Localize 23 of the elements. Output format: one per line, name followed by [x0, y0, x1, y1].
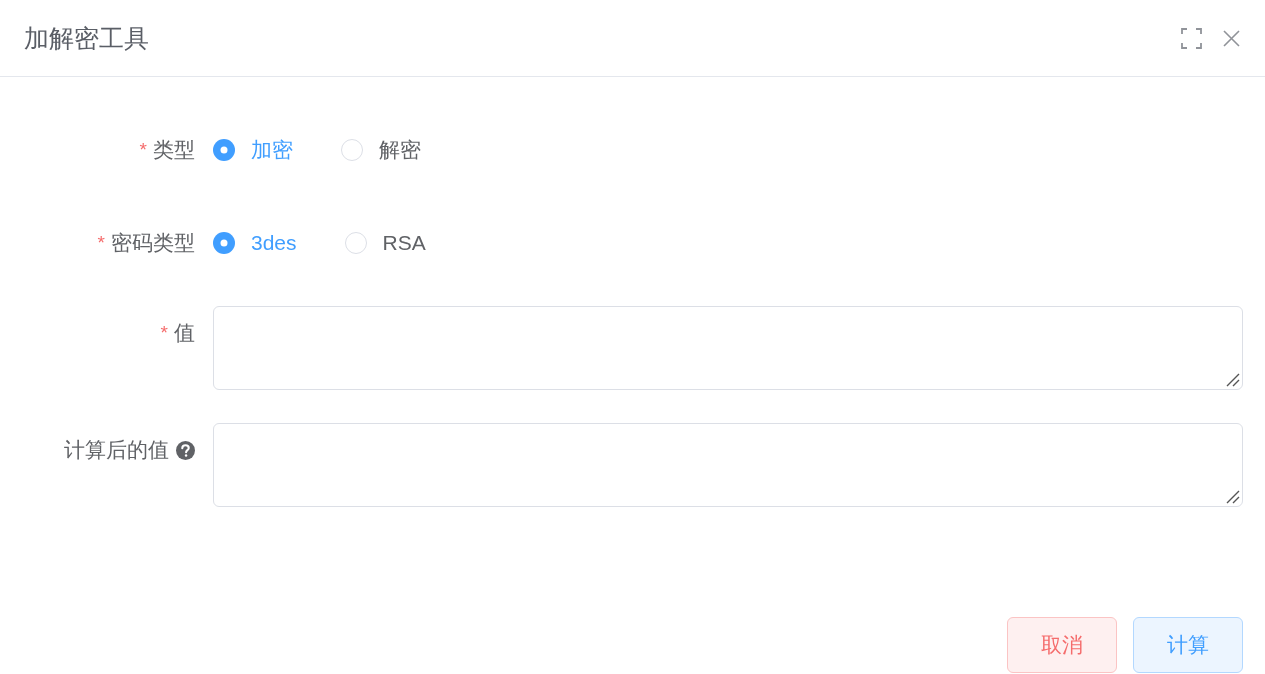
field-label: 计算后的值	[64, 437, 169, 463]
radio-option[interactable]: 加密	[213, 136, 293, 164]
calculate-button[interactable]: 计算	[1133, 617, 1243, 673]
radio-option[interactable]: RSA	[344, 231, 426, 255]
radio-icon[interactable]	[213, 232, 235, 254]
required-asterisk: *	[160, 322, 168, 344]
cancel-button[interactable]: 取消	[1007, 617, 1117, 673]
radio-option[interactable]: 解密	[341, 136, 421, 164]
fullscreen-icon[interactable]	[1181, 27, 1202, 49]
required-asterisk: *	[97, 232, 105, 254]
close-icon[interactable]	[1223, 29, 1240, 47]
required-asterisk: *	[139, 139, 147, 161]
radio-icon[interactable]	[344, 232, 367, 254]
field-label: 密码类型	[111, 230, 195, 256]
radio-icon[interactable]	[213, 139, 235, 161]
dialog-title: 加解密工具	[24, 23, 149, 53]
field-label: 值	[174, 320, 195, 346]
field-label: 类型	[153, 137, 195, 163]
resize-grip-icon[interactable]	[1226, 490, 1240, 504]
radio-option[interactable]: 3des	[213, 231, 297, 255]
resize-grip-icon[interactable]	[1226, 373, 1240, 387]
radio-icon[interactable]	[341, 139, 363, 161]
question-circle-icon[interactable]	[176, 440, 195, 460]
